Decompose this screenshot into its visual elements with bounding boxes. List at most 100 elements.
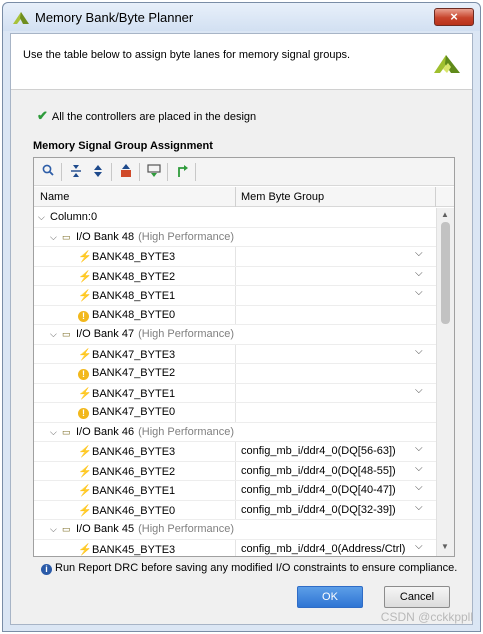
table-row[interactable]: ⚡BANK46_BYTE3 config_mb_i/ddr4_0(DQ[56-63… (34, 442, 436, 462)
placement-icon[interactable] (174, 164, 190, 180)
chevron-down-icon[interactable]: ⌵ (415, 502, 423, 513)
table-row[interactable]: ⚡BANK46_BYTE1 config_mb_i/ddr4_0(DQ[40-47… (34, 481, 436, 501)
table-row[interactable]: ! BANK48_BYTE0 (34, 305, 436, 325)
table-row[interactable]: ⌵ ▭ I/O Bank 46 (High Performance) (34, 423, 436, 442)
scroll-down-icon[interactable]: ▼ (441, 542, 449, 551)
row-name-cell: ⚡BANK48_BYTE1 (78, 289, 175, 302)
watermark: CSDN @cckkppll (380, 610, 473, 624)
table-row[interactable]: ⚡BANK46_BYTE2 config_mb_i/ddr4_0(DQ[48-55… (34, 461, 436, 481)
table-row[interactable]: ⌵ ▭ I/O Bank 45 (High Performance) (34, 520, 436, 540)
collapse-all-icon[interactable] (68, 164, 84, 180)
row-label: BANK46_BYTE0 (92, 504, 176, 517)
row-name-cell: ! BANK48_BYTE0 (78, 309, 175, 322)
toolbar-separator (61, 163, 62, 181)
vertical-scrollbar[interactable]: ▲ ▼ (436, 208, 454, 556)
close-button[interactable]: × (434, 8, 474, 26)
header-description: Use the table below to assign byte lanes… (23, 49, 351, 61)
vivado-logo-icon (13, 12, 29, 24)
expand-toggle-icon[interactable]: ⌵ (50, 524, 62, 535)
chevron-down-icon[interactable]: ⌵ (415, 346, 423, 357)
cell-divider (235, 286, 236, 305)
table-row[interactable]: ⚡BANK47_BYTE1 ⌵ (34, 383, 436, 403)
table-row[interactable]: ⌵ ▭ I/O Bank 47 (High Performance) (34, 325, 436, 345)
byte-lane-icon: ⚡ (78, 446, 92, 458)
table-row[interactable]: ⌵ ▭ I/O Bank 48 (High Performance) (34, 228, 436, 247)
expand-toggle-icon[interactable]: ⌵ (50, 427, 62, 438)
chevron-down-icon[interactable]: ⌵ (415, 248, 423, 259)
column-header-mem-byte-group[interactable]: Mem Byte Group (241, 191, 324, 203)
bank-performance-label: (High Performance) (138, 230, 235, 243)
row-name-cell: ⚡BANK47_BYTE3 (78, 348, 175, 361)
row-name-cell: ⌵ ▭ I/O Bank 48 (High Performance) (50, 231, 234, 243)
row-name-cell: ⚡BANK47_BYTE1 (78, 387, 175, 400)
scroll-thumb[interactable] (441, 222, 450, 324)
row-label: BANK47_BYTE3 (92, 348, 176, 361)
table-row[interactable]: ! BANK47_BYTE0 (34, 403, 436, 423)
cancel-button[interactable]: Cancel (384, 586, 450, 608)
table-row[interactable]: ⚡BANK45_BYTE3 config_mb_i/ddr4_0(Address/… (34, 539, 436, 556)
expand-toggle-icon[interactable]: ⌵ (38, 212, 50, 223)
chevron-down-icon[interactable]: ⌵ (415, 541, 423, 552)
cell-divider (235, 344, 236, 363)
row-label: BANK47_BYTE1 (92, 387, 176, 400)
dialog-body: Use the table below to assign byte lanes… (10, 33, 473, 625)
expand-toggle-icon[interactable]: ⌵ (50, 329, 62, 340)
bank-performance-label: (High Performance) (138, 425, 235, 438)
scroll-up-icon[interactable]: ▲ (441, 210, 449, 219)
mem-byte-group-cell[interactable]: config_mb_i/ddr4_0(DQ[40-47]) (241, 484, 396, 496)
chevron-down-icon[interactable]: ⌵ (415, 268, 423, 279)
column-header-name[interactable]: Name (40, 191, 69, 203)
row-label: BANK46_BYTE3 (92, 446, 176, 458)
status-message: ✔ All the controllers are placed in the d… (37, 108, 256, 124)
byte-lane-icon: ⚡ (78, 543, 92, 556)
bank-performance-label: (High Performance) (138, 328, 235, 340)
table-row[interactable]: ⌵ Column:0 (34, 208, 436, 228)
byte-lane-icon: ⚡ (78, 504, 92, 517)
chevron-down-icon[interactable]: ⌵ (415, 463, 423, 474)
chevron-down-icon[interactable]: ⌵ (415, 287, 423, 298)
cell-divider (235, 266, 236, 285)
table-row[interactable]: ⚡BANK48_BYTE1 ⌵ (34, 286, 436, 306)
row-name-cell: ⌵ ▭ I/O Bank 45 (High Performance) (50, 523, 234, 535)
chevron-down-icon[interactable]: ⌵ (415, 482, 423, 493)
row-name-cell: ⚡BANK46_BYTE0 (78, 504, 175, 517)
row-name-cell: ⚡BANK45_BYTE3 (78, 543, 175, 556)
validate-icon[interactable] (146, 164, 162, 180)
table-row[interactable]: ! BANK47_BYTE2 (34, 364, 436, 384)
mem-byte-group-cell[interactable]: config_mb_i/ddr4_0(Address/Ctrl) (241, 543, 405, 555)
search-icon[interactable] (40, 164, 56, 180)
chevron-down-icon[interactable]: ⌵ (415, 385, 423, 396)
vivado-logo-icon (434, 55, 460, 73)
byte-lane-icon: ⚡ (78, 251, 92, 263)
chevron-down-icon[interactable]: ⌵ (415, 443, 423, 454)
table-row[interactable]: ⚡BANK46_BYTE0 config_mb_i/ddr4_0(DQ[32-39… (34, 500, 436, 520)
expand-toggle-icon[interactable]: ⌵ (50, 232, 62, 243)
toolbar-separator (139, 163, 140, 181)
io-bank-icon: ▭ (62, 231, 71, 242)
cell-divider (235, 539, 236, 556)
mem-byte-group-cell[interactable]: config_mb_i/ddr4_0(DQ[32-39]) (241, 504, 396, 516)
expand-all-icon[interactable] (90, 164, 106, 180)
table-row[interactable]: ⚡BANK48_BYTE2 ⌵ (34, 266, 436, 286)
cell-divider (235, 305, 236, 324)
title-bar[interactable]: Memory Bank/Byte Planner × (3, 3, 480, 31)
row-label: I/O Bank 47 (76, 328, 135, 340)
row-label: BANK47_BYTE0 (92, 406, 176, 418)
row-label: Column:0 (50, 211, 98, 223)
row-name-cell: ⚡BANK48_BYTE2 (78, 270, 175, 283)
mem-byte-group-cell[interactable]: config_mb_i/ddr4_0(DQ[56-63]) (241, 445, 396, 457)
column-divider[interactable] (235, 187, 236, 207)
auto-assign-icon[interactable] (118, 164, 134, 180)
row-label: BANK47_BYTE2 (92, 367, 176, 379)
row-name-cell: ⚡BANK46_BYTE1 (78, 484, 175, 497)
table-row[interactable]: ⚡BANK48_BYTE3 ⌵ (34, 247, 436, 267)
table-row[interactable]: ⚡BANK47_BYTE3 ⌵ (34, 344, 436, 364)
checkmark-icon: ✔ (37, 108, 48, 123)
row-name-cell: ⚡BANK46_BYTE3 (78, 445, 175, 458)
cell-divider (235, 500, 236, 519)
ok-button[interactable]: OK (297, 586, 363, 608)
mem-byte-group-cell[interactable]: config_mb_i/ddr4_0(DQ[48-55]) (241, 465, 396, 477)
window-title: Memory Bank/Byte Planner (35, 10, 194, 25)
section-title: Memory Signal Group Assignment (33, 140, 213, 152)
byte-lane-icon: ⚡ (78, 290, 92, 302)
